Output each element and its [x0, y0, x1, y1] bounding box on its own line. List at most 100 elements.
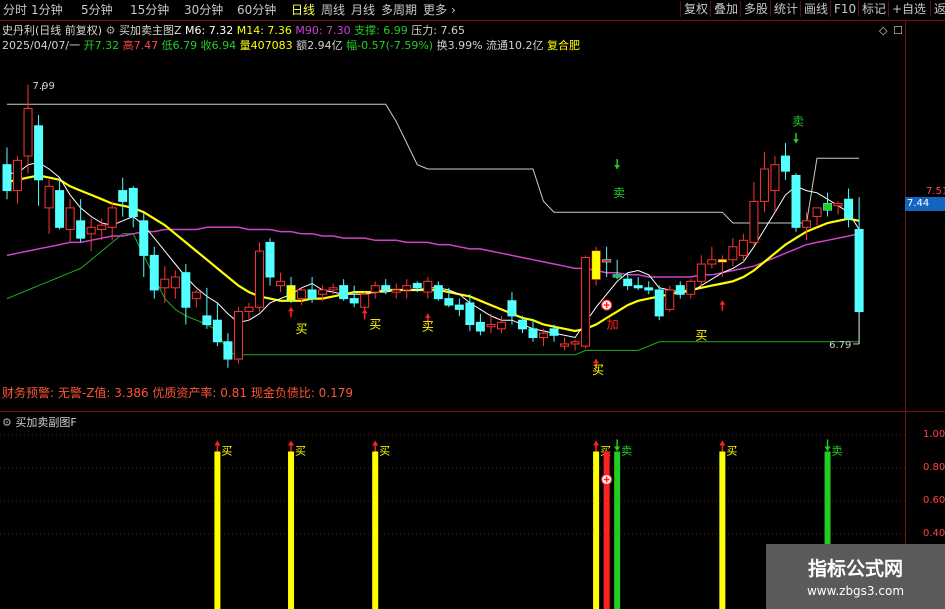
tab-weekly[interactable]: 周线	[321, 2, 345, 18]
buy-arrow-icon	[361, 309, 368, 314]
tab-multi-period[interactable]: 多周期	[381, 2, 417, 18]
multi-stock-button[interactable]: 多股	[740, 1, 771, 17]
candle	[349, 298, 359, 304]
signal-bar	[214, 451, 221, 609]
draw-line-button[interactable]: 画线	[800, 1, 831, 17]
signal-label: 卖	[613, 186, 625, 200]
signal-label: 买	[296, 322, 308, 336]
candle	[318, 289, 328, 295]
indicator-header: 史丹利(日线 前复权) ⚙ 买加卖主图Z M6: 7.32 M14: 7.36 …	[2, 24, 465, 38]
concept-tag[interactable]: 复合肥	[547, 39, 580, 52]
sub-signal-label: 买	[379, 445, 390, 458]
candle	[23, 108, 33, 157]
candle	[644, 287, 654, 291]
candle	[139, 220, 149, 256]
mark-button[interactable]: 标记	[858, 1, 889, 17]
candle	[297, 289, 307, 300]
candle	[254, 250, 264, 308]
quote-turnover: 换3.99%	[436, 39, 483, 52]
back-button[interactable]: 返回	[930, 1, 945, 17]
tab-5min[interactable]: 5分钟	[81, 2, 113, 18]
candle	[244, 306, 254, 313]
candle	[770, 164, 780, 192]
candle	[423, 280, 433, 293]
more-arrow-icon[interactable]: ›	[451, 2, 456, 18]
quote-float: 流通10.2亿	[486, 39, 544, 52]
candle	[339, 285, 349, 300]
top-toolbar: 分时 1分钟 5分钟 15分钟 30分钟 60分钟 日线 周线 月线 多周期 更…	[0, 0, 945, 21]
signal-bar	[372, 451, 379, 609]
quote-amount: 额2.94亿	[296, 39, 343, 52]
quote-line: 2025/04/07/一 开7.32 高7.47 低6.79 收6.94 量40…	[2, 39, 580, 53]
extreme-price-label: 7.99	[33, 81, 55, 92]
signal-bar	[593, 451, 600, 609]
candle	[738, 239, 748, 256]
candle	[696, 263, 706, 282]
quote-low: 低6.79	[161, 39, 198, 52]
statistics-button[interactable]: 统计	[770, 1, 801, 17]
sub-axis-label-080: 0.80	[923, 462, 945, 473]
tab-fenshi[interactable]: 分时	[3, 2, 27, 18]
candle	[360, 293, 370, 308]
candle	[686, 280, 696, 295]
candle	[749, 200, 759, 243]
candle	[149, 254, 159, 291]
tab-1min[interactable]: 1分钟	[31, 2, 63, 18]
sub-signal-label: 卖	[621, 445, 632, 458]
price-axis-divider	[905, 20, 906, 609]
candle	[844, 198, 854, 220]
candle	[633, 285, 643, 289]
tab-30min[interactable]: 30分钟	[184, 2, 223, 18]
candle	[107, 207, 117, 228]
sub-signal-label: 买	[295, 445, 306, 458]
signal-candle	[592, 251, 601, 280]
panel-expand-icon[interactable]: ◇	[879, 24, 887, 37]
tab-15min[interactable]: 15分钟	[130, 2, 169, 18]
candle	[465, 302, 475, 326]
signal-label: 买	[422, 320, 434, 334]
tab-more[interactable]: 更多	[423, 2, 447, 18]
f10-button[interactable]: F10	[830, 1, 859, 17]
buy-arrow-icon	[424, 313, 431, 318]
indicator-name[interactable]: 买加卖主图Z	[119, 24, 182, 37]
candle	[833, 203, 843, 207]
settings-icon[interactable]: ⚙	[106, 24, 116, 37]
candle	[486, 324, 496, 328]
candle	[802, 220, 812, 228]
signal-candle	[613, 274, 622, 277]
candle	[13, 159, 23, 192]
candle	[517, 319, 527, 330]
sub-axis-label-040: 0.40	[923, 528, 945, 539]
m6-value: M6: 7.32	[185, 24, 234, 37]
tab-daily[interactable]: 日线	[291, 2, 315, 18]
signal-bar	[614, 451, 621, 609]
candle	[402, 285, 412, 291]
candle	[34, 125, 44, 181]
candle	[412, 282, 422, 289]
add-favorite-button[interactable]: +自选	[888, 1, 929, 17]
buy-arrow-icon	[719, 300, 726, 305]
sub-signal-label: 卖	[832, 445, 843, 458]
candle	[55, 190, 65, 228]
candle	[44, 185, 54, 209]
candle	[118, 190, 128, 202]
fuquan-button[interactable]: 复权	[680, 1, 711, 17]
current-price-tag: 7.44	[905, 197, 945, 211]
candle	[570, 341, 580, 345]
tab-monthly[interactable]: 月线	[351, 2, 375, 18]
candle	[496, 321, 506, 330]
candle	[370, 285, 380, 293]
sub-signal-label: 买	[221, 445, 232, 458]
panel-settings-icon[interactable]: ☐	[893, 24, 903, 37]
overlay-button[interactable]: 叠加	[710, 1, 741, 17]
m14-value: M14: 7.36	[236, 24, 292, 37]
candle	[675, 285, 685, 295]
candle	[212, 319, 222, 343]
candle	[549, 328, 559, 336]
candle	[812, 207, 822, 218]
candle	[391, 289, 401, 293]
candle	[86, 226, 96, 235]
candle	[454, 304, 464, 310]
signal-candle	[602, 259, 611, 262]
tab-60min[interactable]: 60分钟	[237, 2, 276, 18]
